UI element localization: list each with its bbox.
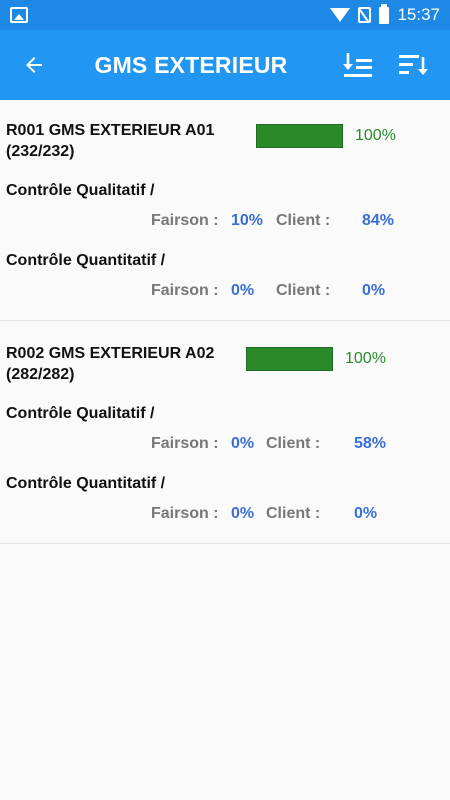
item-list: R001 GMS EXTERIEUR A01 (232/232) 100% Co… bbox=[0, 100, 450, 544]
item-count: (282/282) bbox=[6, 366, 75, 383]
item-name: R001 GMS EXTERIEUR A01 bbox=[6, 122, 215, 139]
fairson-label: Fairson : bbox=[151, 212, 219, 229]
app-bar: GMS EXTERIEUR bbox=[0, 30, 450, 100]
image-notification-icon bbox=[10, 7, 28, 23]
qualitative-row: Fairson : 0% Client : 58% bbox=[6, 423, 444, 465]
progress-fill bbox=[247, 348, 332, 370]
item-title: R001 GMS EXTERIEUR A01 (232/232) bbox=[6, 120, 256, 162]
back-button[interactable] bbox=[16, 47, 52, 83]
quantitative-row: Fairson : 0% Client : 0% bbox=[6, 493, 444, 535]
quantitative-row: Fairson : 0% Client : 0% bbox=[6, 270, 444, 312]
item-name: R002 GMS EXTERIEUR A02 bbox=[6, 345, 215, 362]
wifi-icon bbox=[330, 8, 351, 22]
client-label: Client : bbox=[276, 282, 331, 299]
fairson-value: 0% bbox=[231, 435, 255, 452]
client-label: Client : bbox=[266, 435, 321, 452]
sort-list-button[interactable] bbox=[338, 45, 378, 85]
client-value: 0% bbox=[362, 282, 386, 299]
page-title: GMS EXTERIEUR bbox=[94, 51, 288, 78]
fairson-value: 0% bbox=[231, 505, 255, 522]
progress-bar bbox=[256, 124, 343, 148]
quantitative-label: Contrôle Quantitatif / bbox=[6, 475, 166, 492]
quantitative-label: Contrôle Quantitatif / bbox=[6, 252, 166, 269]
progress-percent: 100% bbox=[355, 127, 396, 144]
fairson-label: Fairson : bbox=[151, 435, 219, 452]
no-sim-icon bbox=[358, 7, 372, 23]
list-item[interactable]: R002 GMS EXTERIEUR A02 (282/282) 100% Co… bbox=[0, 321, 450, 544]
progress-fill bbox=[257, 125, 342, 147]
progress-bar bbox=[246, 347, 333, 371]
status-bar: 15:37 bbox=[0, 0, 450, 30]
qualitative-row: Fairson : 10% Client : 84% bbox=[6, 200, 444, 242]
client-label: Client : bbox=[266, 505, 321, 522]
arrow-back-icon bbox=[26, 57, 42, 73]
sort-list-icon bbox=[343, 53, 372, 77]
item-title: R002 GMS EXTERIEUR A02 (282/282) bbox=[6, 343, 246, 385]
client-value: 84% bbox=[362, 212, 395, 229]
qualitative-label: Contrôle Qualitatif / bbox=[6, 405, 155, 422]
qualitative-label: Contrôle Qualitatif / bbox=[6, 182, 155, 199]
sort-descending-button[interactable] bbox=[394, 45, 434, 85]
status-time: 15:37 bbox=[397, 5, 440, 24]
fairson-value: 10% bbox=[231, 212, 264, 229]
fairson-value: 0% bbox=[231, 282, 255, 299]
progress-percent: 100% bbox=[345, 350, 386, 367]
client-label: Client : bbox=[276, 212, 331, 229]
fairson-label: Fairson : bbox=[151, 505, 219, 522]
item-count: (232/232) bbox=[6, 143, 75, 160]
battery-icon bbox=[379, 3, 390, 24]
fairson-label: Fairson : bbox=[151, 282, 219, 299]
client-value: 0% bbox=[354, 505, 378, 522]
sort-descending-icon bbox=[399, 55, 428, 75]
client-value: 58% bbox=[354, 435, 387, 452]
list-item[interactable]: R001 GMS EXTERIEUR A01 (232/232) 100% Co… bbox=[0, 100, 450, 321]
